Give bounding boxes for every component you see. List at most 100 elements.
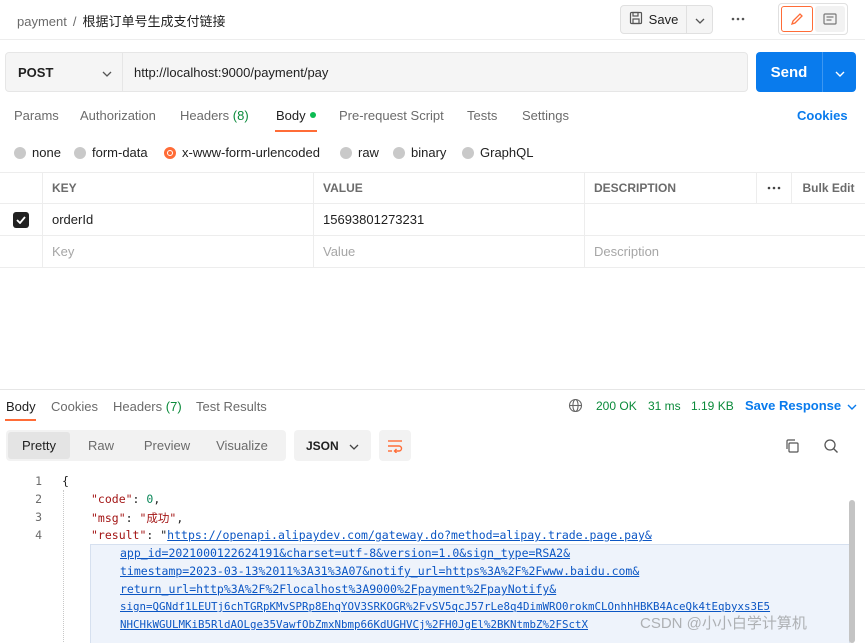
params-table: KEY VALUE DESCRIPTION Bulk Edit orderId … — [0, 172, 865, 268]
search-icon[interactable] — [821, 436, 841, 456]
table-row: orderId 15693801273231 — [0, 204, 865, 236]
body-type-selector: none form-data x-www-form-urlencoded raw… — [0, 142, 865, 164]
response-tab-headers-count: (7) — [165, 399, 182, 414]
edit-icon[interactable] — [781, 6, 813, 32]
response-tab-headers-label: Headers — [113, 399, 163, 414]
line-number: 3 — [35, 510, 42, 524]
response-tab-cookies[interactable]: Cookies — [51, 399, 98, 414]
param-key-input[interactable]: orderId — [42, 204, 313, 235]
method-select[interactable]: POST — [6, 53, 123, 91]
tab-settings[interactable]: Settings — [522, 108, 569, 123]
response-tab-test-results[interactable]: Test Results — [196, 399, 267, 414]
breadcrumb: payment / 根据订单号生成支付链接 — [17, 11, 226, 30]
body-type-form-data[interactable]: form-data — [74, 145, 148, 160]
tab-headers-label: Headers — [180, 108, 230, 123]
code-line-7[interactable]: return_url=http%3A%2F%2Flocalhost%3A9000… — [120, 582, 556, 596]
format-select[interactable]: JSON — [294, 430, 371, 461]
chevron-down-icon — [102, 65, 112, 80]
bulk-edit-button[interactable]: Bulk Edit — [791, 173, 865, 203]
response-size[interactable]: 1.19 KB — [691, 399, 734, 413]
code-line-5[interactable]: app_id=2021000122624191&charset=utf-8&ve… — [120, 546, 570, 560]
view-raw-button[interactable]: Raw — [70, 432, 132, 459]
breadcrumb-collection[interactable]: payment — [17, 14, 67, 29]
method-label: POST — [18, 64, 54, 80]
url-bar: POST http://localhost:9000/payment/pay — [5, 52, 748, 92]
top-bar: payment / 根据订单号生成支付链接 Save — [0, 0, 865, 40]
globe-icon[interactable] — [568, 398, 583, 416]
json-key: "result" — [91, 528, 147, 542]
json-key: "code" — [91, 492, 133, 506]
code-line-4: "result": "https://openapi.alipaydev.com… — [91, 528, 652, 542]
code-line-1: { — [62, 474, 69, 488]
documentation-icon[interactable] — [815, 6, 845, 32]
url-input[interactable]: http://localhost:9000/payment/pay — [123, 53, 747, 91]
status-code[interactable]: 200 OK — [596, 399, 637, 413]
send-dropdown-button[interactable] — [823, 52, 856, 92]
body-type-binary[interactable]: binary — [393, 145, 446, 160]
cookies-link[interactable]: Cookies — [797, 108, 848, 123]
radio-selected-icon — [164, 146, 176, 159]
header-checkbox-cell — [0, 173, 42, 203]
watermark: CSDN @小小白学计算机 — [640, 615, 807, 632]
column-header-description: DESCRIPTION — [584, 173, 756, 203]
tab-authorization[interactable]: Authorization — [80, 108, 156, 123]
tab-body[interactable]: Body — [276, 108, 316, 123]
line-number: 1 — [35, 474, 42, 488]
side-panel-toggle — [778, 3, 848, 35]
view-visualize-button[interactable]: Visualize — [202, 432, 282, 459]
body-type-none[interactable]: none — [14, 145, 61, 160]
save-response-button[interactable]: Save Response — [745, 398, 857, 413]
tab-params[interactable]: Params — [14, 108, 59, 123]
line-number: 2 — [35, 492, 42, 506]
tab-headers[interactable]: Headers (8) — [180, 108, 249, 123]
body-type-urlencoded[interactable]: x-www-form-urlencoded — [164, 145, 320, 160]
code-line-3: "msg": "成功", — [91, 511, 184, 525]
view-pretty-button[interactable]: Pretty — [8, 432, 70, 459]
copy-icon[interactable] — [782, 436, 802, 456]
body-type-label: binary — [411, 145, 447, 160]
new-value-input[interactable]: Value — [313, 236, 584, 267]
table-more-icon[interactable] — [756, 173, 791, 203]
checkbox-checked-icon[interactable] — [13, 211, 29, 228]
modified-dot-icon — [309, 111, 316, 118]
chevron-down-icon — [835, 65, 845, 80]
body-type-raw[interactable]: raw — [340, 145, 379, 160]
save-dropdown-button[interactable] — [687, 6, 712, 33]
request-tabs: Params Authorization Headers (8) Body Pr… — [0, 100, 865, 132]
breadcrumb-separator: / — [72, 14, 77, 29]
json-key: "msg" — [91, 511, 126, 525]
chevron-down-icon — [847, 398, 857, 413]
column-header-value: VALUE — [313, 173, 584, 203]
new-description-input[interactable]: Description — [584, 236, 756, 267]
view-preview-button[interactable]: Preview — [132, 432, 202, 459]
send-button[interactable]: Send — [756, 52, 823, 92]
code-line-9[interactable]: NHCHkWGULMKiB5RldAOLge35VawfObZmxNbmp66K… — [120, 618, 588, 631]
tab-tests[interactable]: Tests — [467, 108, 497, 123]
param-value-input[interactable]: 15693801273231 — [313, 204, 584, 235]
save-icon — [629, 11, 643, 28]
radio-icon — [74, 146, 86, 159]
save-label: Save — [648, 12, 679, 27]
body-type-graphql[interactable]: GraphQL — [462, 145, 533, 160]
save-button[interactable]: Save — [621, 6, 687, 33]
result-url-link[interactable]: https://openapi.alipaydev.com/gateway.do… — [167, 528, 652, 542]
response-tab-headers[interactable]: Headers (7) — [113, 399, 182, 414]
response-tab-body[interactable]: Body — [6, 399, 36, 414]
param-description-input[interactable] — [584, 204, 756, 235]
chevron-down-icon — [349, 439, 359, 453]
more-options-icon[interactable] — [728, 9, 748, 29]
active-response-tab-indicator — [5, 419, 36, 421]
radio-icon — [462, 146, 474, 159]
indent-guide — [63, 490, 64, 643]
new-key-input[interactable]: Key — [42, 236, 313, 267]
code-scrollbar[interactable] — [849, 500, 855, 643]
body-type-label: none — [32, 145, 61, 160]
save-button-group: Save — [620, 5, 713, 34]
wrap-lines-icon[interactable] — [379, 430, 411, 461]
body-type-label: form-data — [92, 145, 148, 160]
breadcrumb-request[interactable]: 根据订单号生成支付链接 — [83, 14, 226, 29]
tab-pre-request-script[interactable]: Pre-request Script — [339, 108, 444, 123]
code-line-6[interactable]: timestamp=2023-03-13%2011%3A31%3A07&noti… — [120, 564, 639, 578]
response-time[interactable]: 31 ms — [648, 399, 681, 413]
format-label: JSON — [306, 438, 339, 453]
